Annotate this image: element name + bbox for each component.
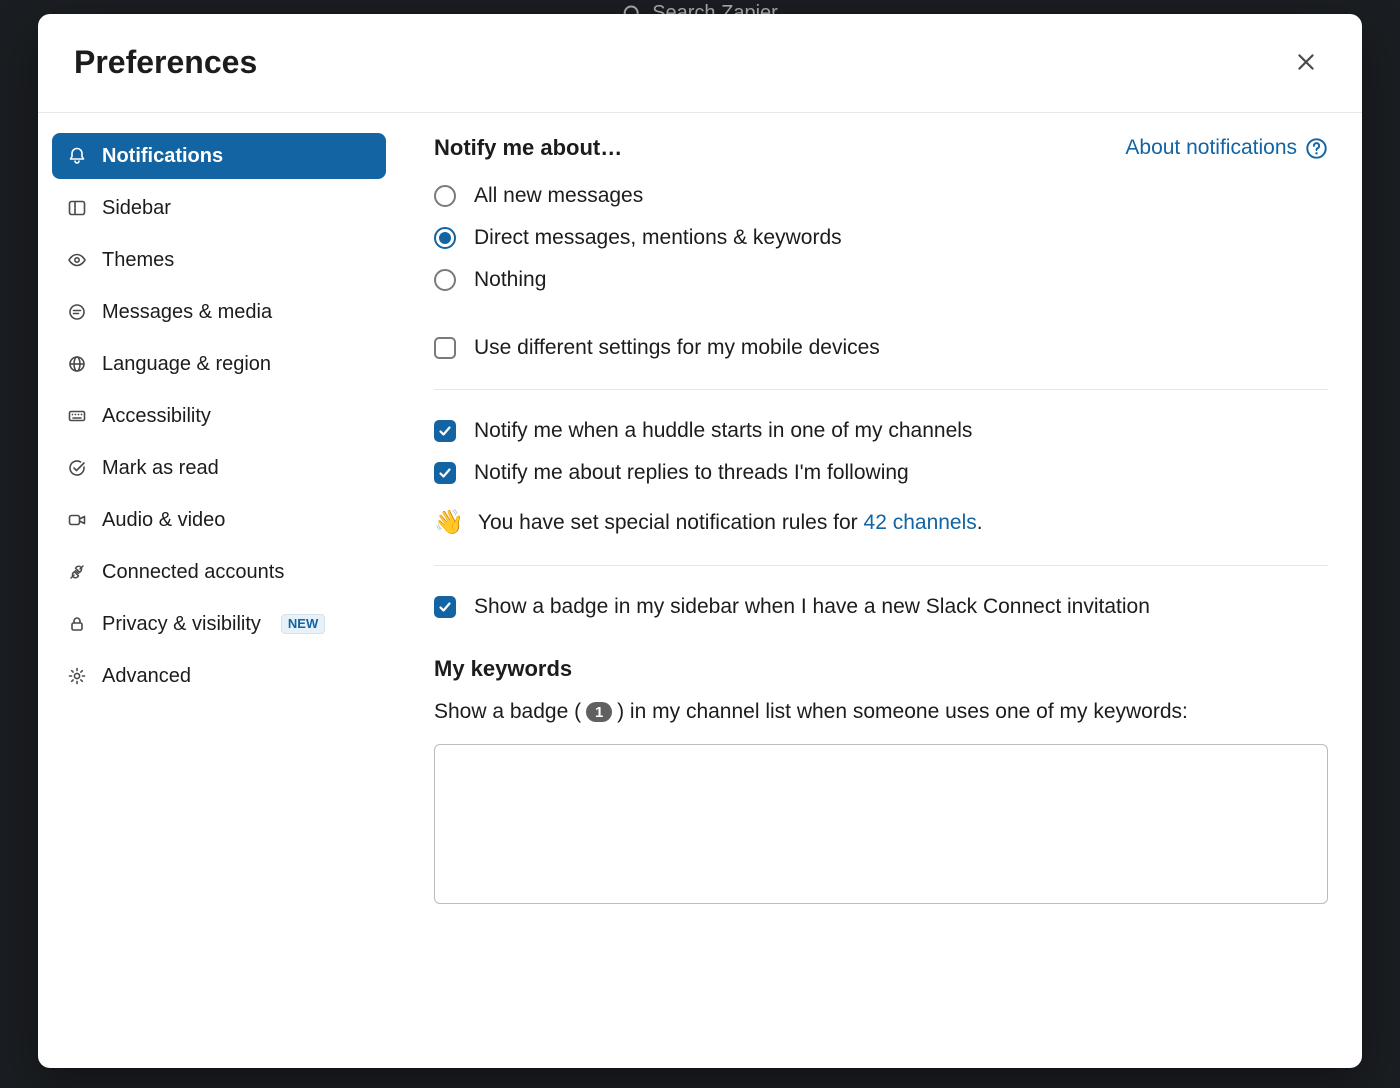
sidebar-icon <box>66 197 88 219</box>
close-icon <box>1295 51 1317 73</box>
video-icon <box>66 509 88 531</box>
checkbox-label: Show a badge in my sidebar when I have a… <box>474 595 1150 619</box>
checkbox-slack-connect-badge[interactable]: Show a badge in my sidebar when I have a… <box>434 586 1328 628</box>
sidebar-item-label: Advanced <box>102 663 191 689</box>
radio-label: Direct messages, mentions & keywords <box>474 226 842 250</box>
radio-icon <box>434 185 456 207</box>
checkmark-circle-icon <box>66 457 88 479</box>
close-button[interactable] <box>1286 42 1326 82</box>
sidebar-item-label: Notifications <box>102 143 223 169</box>
sidebar-item-label: Privacy & visibility <box>102 611 261 637</box>
checkbox-icon <box>434 420 456 442</box>
badge-count: 1 <box>586 702 612 722</box>
keywords-desc-prefix: Show a badge ( <box>434 700 581 724</box>
keywords-desc-suffix: ) in my channel list when someone uses o… <box>617 700 1188 724</box>
checkbox-icon <box>434 462 456 484</box>
about-notifications-label: About notifications <box>1125 136 1297 160</box>
checkbox-huddle-notify[interactable]: Notify me when a huddle starts in one of… <box>434 410 1328 452</box>
sidebar-item-sidebar[interactable]: Sidebar <box>52 185 386 231</box>
keywords-description: Show a badge ( 1 ) in my channel list wh… <box>434 700 1328 724</box>
radio-icon <box>434 227 456 249</box>
modal-title: Preferences <box>74 44 257 81</box>
my-keywords-heading: My keywords <box>434 656 1328 682</box>
special-rules-prefix: You have set special notification rules … <box>478 511 864 534</box>
radio-label: All new messages <box>474 184 643 208</box>
plug-icon <box>66 561 88 583</box>
preferences-sidebar: Notifications Sidebar Themes Messages & … <box>38 113 400 1068</box>
modal-body: Notifications Sidebar Themes Messages & … <box>38 113 1362 1068</box>
sidebar-item-label: Mark as read <box>102 455 219 481</box>
keyboard-icon <box>66 405 88 427</box>
checkbox-icon <box>434 596 456 618</box>
sidebar-item-label: Language & region <box>102 351 271 377</box>
lock-icon <box>66 613 88 635</box>
special-rules-suffix: . <box>977 511 983 534</box>
radio-label: Nothing <box>474 268 546 292</box>
sidebar-item-audio-video[interactable]: Audio & video <box>52 497 386 543</box>
new-badge: NEW <box>281 614 325 635</box>
sidebar-item-label: Themes <box>102 247 174 273</box>
checkbox-thread-replies[interactable]: Notify me about replies to threads I'm f… <box>434 452 1328 494</box>
message-icon <box>66 301 88 323</box>
sidebar-item-privacy-visibility[interactable]: Privacy & visibility NEW <box>52 601 386 647</box>
radio-all-new-messages[interactable]: All new messages <box>434 175 1328 217</box>
keywords-input[interactable] <box>434 744 1328 904</box>
special-rules-link[interactable]: 42 channels <box>864 511 977 534</box>
sidebar-item-label: Sidebar <box>102 195 171 221</box>
divider <box>434 565 1328 566</box>
sidebar-item-label: Messages & media <box>102 299 272 325</box>
modal-header: Preferences <box>38 14 1362 113</box>
special-rules-notice: 👋 You have set special notification rule… <box>434 494 1328 545</box>
checkbox-label: Notify me about replies to threads I'm f… <box>474 461 909 485</box>
special-rules-text: You have set special notification rules … <box>478 511 983 535</box>
eye-icon <box>66 249 88 271</box>
sidebar-item-mark-as-read[interactable]: Mark as read <box>52 445 386 491</box>
checkbox-icon <box>434 337 456 359</box>
sidebar-item-themes[interactable]: Themes <box>52 237 386 283</box>
sidebar-item-notifications[interactable]: Notifications <box>52 133 386 179</box>
sidebar-item-connected-accounts[interactable]: Connected accounts <box>52 549 386 595</box>
wave-emoji-icon: 👋 <box>434 508 464 537</box>
sidebar-item-label: Connected accounts <box>102 559 284 585</box>
radio-direct-messages-mentions-keywords[interactable]: Direct messages, mentions & keywords <box>434 217 1328 259</box>
checkbox-mobile-different-settings[interactable]: Use different settings for my mobile dev… <box>434 327 1328 369</box>
checkbox-label: Use different settings for my mobile dev… <box>474 336 880 360</box>
help-circle-icon <box>1305 137 1328 160</box>
preferences-modal: Preferences Notifications Sidebar <box>38 14 1362 1068</box>
sidebar-item-label: Audio & video <box>102 507 225 533</box>
sidebar-item-advanced[interactable]: Advanced <box>52 653 386 699</box>
about-notifications-link[interactable]: About notifications <box>1125 136 1328 160</box>
sidebar-item-language-region[interactable]: Language & region <box>52 341 386 387</box>
divider <box>434 389 1328 390</box>
notify-heading: Notify me about… <box>434 135 622 161</box>
globe-icon <box>66 353 88 375</box>
radio-icon <box>434 269 456 291</box>
sidebar-item-label: Accessibility <box>102 403 211 429</box>
notify-heading-row: Notify me about… About notifications <box>434 135 1328 161</box>
bell-icon <box>66 145 88 167</box>
sidebar-item-accessibility[interactable]: Accessibility <box>52 393 386 439</box>
checkbox-label: Notify me when a huddle starts in one of… <box>474 419 972 443</box>
preferences-content: Notify me about… About notifications All… <box>400 113 1362 1068</box>
radio-nothing[interactable]: Nothing <box>434 259 1328 301</box>
sidebar-item-messages-media[interactable]: Messages & media <box>52 289 386 335</box>
gear-icon <box>66 665 88 687</box>
